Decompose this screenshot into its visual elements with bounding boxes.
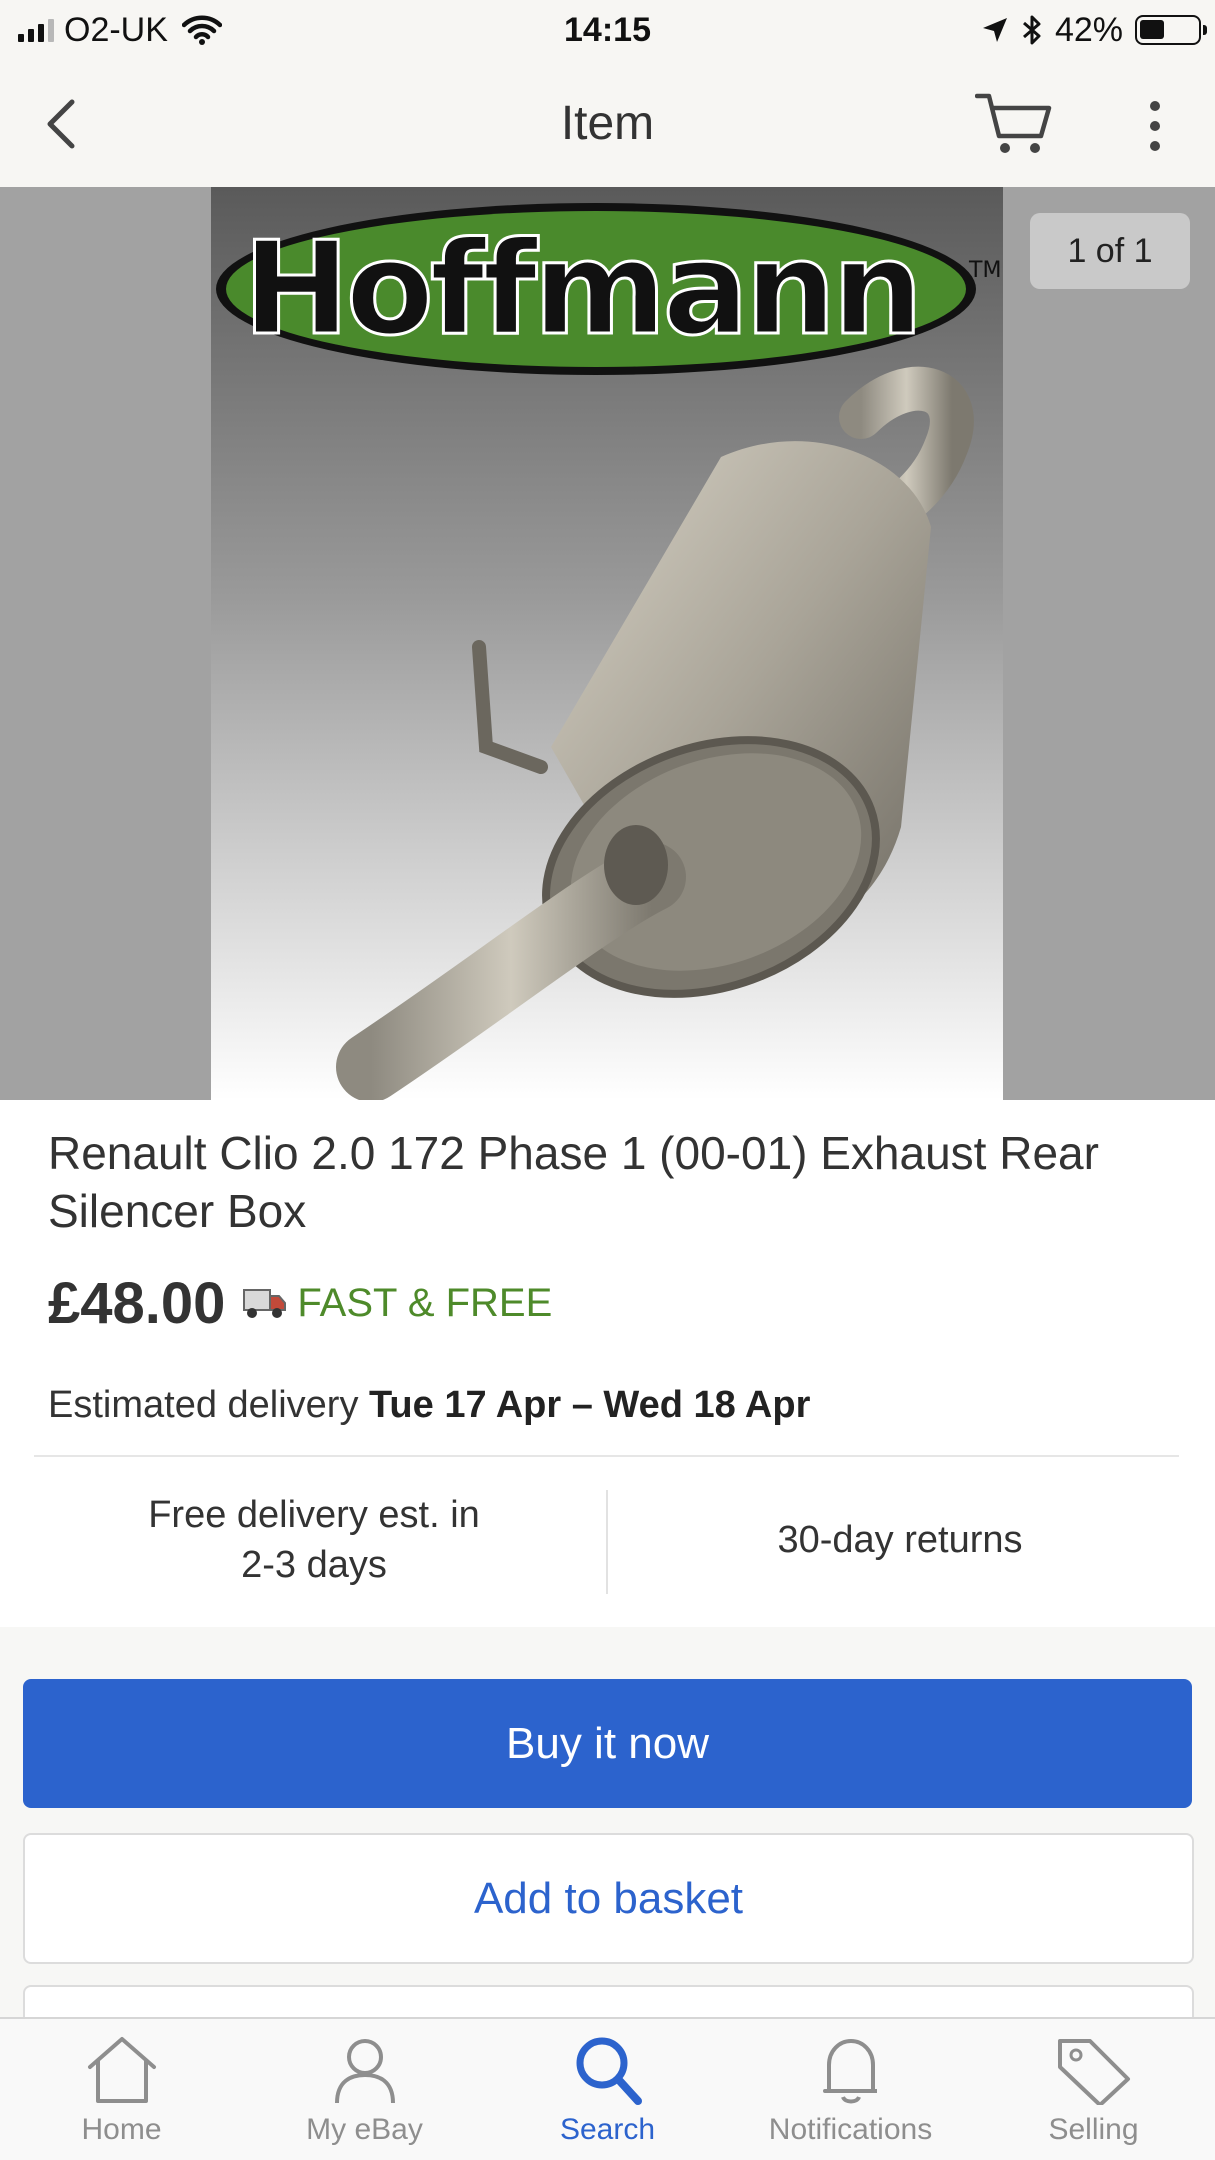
location-arrow-icon	[982, 18, 1007, 42]
tab-search[interactable]: Search	[486, 2035, 729, 2155]
delivery-prefix: Estimated delivery	[48, 1384, 359, 1426]
tab-home[interactable]: Home	[0, 2035, 243, 2155]
estimated-delivery: Estimated delivery Tue 17 Apr – Wed 18 A…	[48, 1380, 810, 1430]
divider	[34, 1455, 1179, 1457]
svg-text:TM: TM	[968, 258, 1001, 283]
status-bar: O2-UK 14:15 42%	[0, 0, 1215, 60]
person-icon	[334, 2039, 395, 2104]
item-price: £48.00	[48, 1270, 226, 1336]
image-gallery[interactable]: Hoffmann TM 1 of 1	[0, 187, 1215, 1100]
add-to-basket-button[interactable]: Add to basket	[23, 1833, 1194, 1964]
vertical-divider	[606, 1490, 608, 1594]
more-vertical-icon	[1150, 101, 1160, 151]
battery-icon	[1135, 15, 1207, 45]
item-title: Renault Clio 2.0 172 Phase 1 (00-01) Exh…	[48, 1127, 1099, 1237]
more-options-button[interactable]	[1140, 96, 1170, 156]
tab-label: My eBay	[306, 2113, 423, 2146]
brand-logo: Hoffmann TM	[216, 203, 1001, 375]
image-counter: 1 of 1	[1030, 213, 1190, 289]
buy-it-now-button[interactable]: Buy it now	[23, 1679, 1192, 1808]
free-delivery-line1: Free delivery est. in	[148, 1494, 480, 1536]
tab-my-ebay[interactable]: My eBay	[243, 2035, 486, 2155]
search-icon	[576, 2037, 642, 2105]
bell-icon	[822, 2039, 877, 2104]
free-delivery-info: Free delivery est. in 2-3 days	[34, 1490, 594, 1590]
navigation-bar: Item	[0, 60, 1215, 187]
tab-label: Search	[559, 2113, 656, 2146]
home-icon	[87, 2037, 156, 2103]
svg-text:Hoffmann: Hoffmann	[243, 215, 919, 364]
tab-label: Notifications	[768, 2113, 933, 2146]
price-row: £48.00 FAST & FREE	[48, 1268, 552, 1338]
cart-button[interactable]	[974, 90, 1055, 160]
tag-icon	[1057, 2039, 1130, 2105]
tab-bar: Home My eBay Search Notifications Sellin…	[0, 2017, 1215, 2160]
bluetooth-icon	[1022, 15, 1041, 45]
delivery-truck-icon	[243, 1289, 287, 1318]
tab-label: Selling	[1048, 2113, 1139, 2146]
delivery-dates: Tue 17 Apr – Wed 18 Apr	[369, 1384, 811, 1426]
tab-notifications[interactable]: Notifications	[729, 2035, 972, 2155]
item-details: Renault Clio 2.0 172 Phase 1 (00-01) Exh…	[0, 1100, 1215, 1627]
shipping-badge: FAST & FREE	[297, 1280, 553, 1325]
tab-label: Home	[81, 2113, 162, 2146]
cart-icon	[974, 93, 1052, 153]
product-image[interactable]: Hoffmann TM	[211, 187, 1003, 1100]
battery-percentage: 42%	[1054, 10, 1123, 49]
tab-selling[interactable]: Selling	[972, 2035, 1215, 2155]
free-delivery-line2: 2-3 days	[241, 1544, 387, 1586]
returns-info: 30-day returns	[777, 1519, 1023, 1561]
